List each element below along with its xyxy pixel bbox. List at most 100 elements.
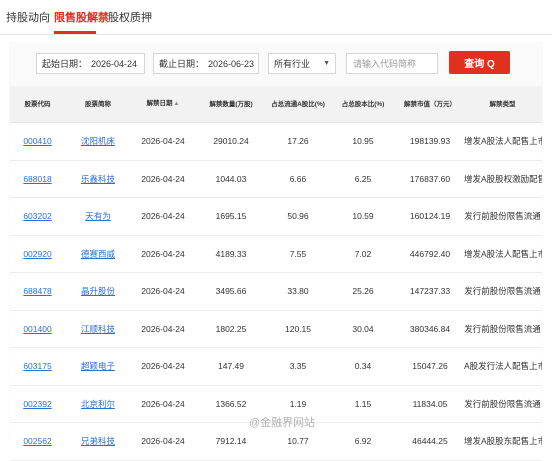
chevron-down-icon: ▼ [323, 60, 330, 67]
end-date-label: 截止日期： [159, 59, 205, 69]
unlock-market-value: 198139.93 [397, 122, 463, 161]
end-date-value: 2026-06-23 [208, 58, 255, 69]
search-placeholder: 请输入代码简称 [353, 59, 417, 69]
stock-name-link-cell: 北京利尔 [65, 385, 131, 423]
tab-holdings-trend[interactable]: 持股动向 [6, 9, 50, 25]
stock-code-link-cell: 688478 [10, 272, 65, 311]
industry-select-value: 所有行业 [274, 59, 311, 69]
stock-code-link[interactable]: 603202 [23, 211, 51, 221]
unlock-quantity: 1044.03 [195, 160, 267, 198]
total-share-ratio: 1.15 [329, 385, 397, 423]
total-share-ratio: 25.26 [329, 272, 397, 311]
float-share-ratio: 3.35 [267, 347, 329, 386]
tab-bar: 持股动向 限售股解禁 股权质押 [0, 0, 552, 35]
stock-code-link[interactable]: 688018 [23, 174, 51, 184]
unlock-market-value: 380346.84 [397, 310, 463, 348]
stock-code-link[interactable]: 002562 [23, 436, 51, 446]
unlock-type: 增发A股股东配售上市 [463, 422, 542, 461]
header-date-label: 解禁日期 [146, 100, 173, 107]
header-total-ratio[interactable]: 占总股本比(%) [329, 86, 397, 123]
unlock-quantity: 1802.25 [195, 310, 267, 348]
stock-code-link-cell: 603202 [10, 197, 65, 236]
table-header-row: 股票代码 股票简称 解禁日期▲ 解禁数量(万股) 占总流通A股比(%) 占总股本… [10, 86, 542, 123]
float-share-ratio: 6.66 [267, 160, 329, 198]
unlock-type: A股发行法人配售上市 [463, 347, 542, 386]
total-share-ratio: 0.34 [329, 347, 397, 386]
stock-name-link[interactable]: 江顺科技 [81, 324, 115, 334]
header-name[interactable]: 股票简称 [65, 86, 131, 123]
stock-name-link-cell: 江顺科技 [65, 310, 131, 348]
unlock-quantity: 3495.66 [195, 272, 267, 311]
unlock-type: 发行前股份限售流通 [463, 272, 542, 311]
industry-select[interactable]: 所有行业 ▼ [268, 53, 336, 74]
stock-code-link[interactable]: 603175 [23, 361, 51, 371]
stock-name-link-cell: 晶升股份 [65, 272, 131, 311]
unlock-date: 2026-04-24 [131, 235, 195, 273]
unlock-date: 2026-04-24 [131, 197, 195, 236]
stock-code-link[interactable]: 000410 [23, 136, 51, 146]
float-share-ratio: 50.96 [267, 197, 329, 236]
unlock-type: 发行前股份限售流通 [463, 385, 542, 423]
unlock-quantity: 1695.15 [195, 197, 267, 236]
total-share-ratio: 7.02 [329, 235, 397, 273]
stock-name-link[interactable]: 沈阳机床 [81, 136, 115, 146]
unlock-date: 2026-04-24 [131, 422, 195, 461]
total-share-ratio: 6.92 [329, 422, 397, 461]
unlock-date: 2026-04-24 [131, 347, 195, 386]
unlock-quantity: 4189.33 [195, 235, 267, 273]
stock-name-link-cell: 乐鑫科技 [65, 160, 131, 198]
unlock-market-value: 15047.26 [397, 347, 463, 386]
table-row: 688478 晶升股份 2026-04-24 3495.66 33.80 25.26 147… [10, 272, 542, 311]
stock-code-link-cell: 603175 [10, 347, 65, 386]
stock-name-link[interactable]: 晶升股份 [81, 286, 115, 296]
code-search-input[interactable]: 请输入代码简称 [346, 53, 438, 74]
table-row: 002920 德赛西威 2026-04-24 4189.33 7.55 7.02 44679… [10, 235, 542, 273]
stock-code-link[interactable]: 001400 [23, 324, 51, 334]
stock-name-link-cell: 超颖电子 [65, 347, 131, 386]
header-float-ratio[interactable]: 占总流通A股比(%) [267, 86, 329, 123]
end-date-field[interactable]: 截止日期： 2026-06-23 [153, 53, 259, 74]
unlock-market-value: 160124.19 [397, 197, 463, 236]
stock-name-link[interactable]: 北京利尔 [81, 399, 115, 409]
stock-name-link[interactable]: 超颖电子 [81, 361, 115, 371]
stock-code-link[interactable]: 002392 [23, 399, 51, 409]
unlock-date: 2026-04-24 [131, 310, 195, 348]
header-quantity[interactable]: 解禁数量(万股) [195, 86, 267, 123]
unlock-quantity: 147.49 [195, 347, 267, 386]
header-type[interactable]: 解禁类型 [463, 86, 542, 123]
stock-name-link[interactable]: 兄弟科技 [81, 436, 115, 446]
sort-icon: ▲ [173, 101, 180, 107]
stock-code-link-cell: 002920 [10, 235, 65, 273]
unlock-date: 2026-04-24 [131, 160, 195, 198]
stock-code-link-cell: 688018 [10, 160, 65, 198]
table-row: 001400 江顺科技 2026-04-24 1802.25 120.15 30.04 38… [10, 310, 542, 348]
total-share-ratio: 6.25 [329, 160, 397, 198]
float-share-ratio: 17.26 [267, 122, 329, 161]
unlock-market-value: 446792.40 [397, 235, 463, 273]
unlock-date: 2026-04-24 [131, 272, 195, 311]
header-market-value[interactable]: 解禁市值（万元） [397, 86, 463, 123]
unlock-date: 2026-04-24 [131, 385, 195, 423]
table-row: 603202 天有为 2026-04-24 1695.15 50.96 10.59 1601… [10, 197, 542, 236]
tab-restricted-unlock[interactable]: 限售股解禁 [54, 9, 109, 25]
stock-code-link-cell: 000410 [10, 122, 65, 161]
stock-name-link[interactable]: 德赛西威 [81, 249, 115, 259]
unlock-quantity: 29010.24 [195, 122, 267, 161]
stock-name-link-cell: 沈阳机床 [65, 122, 131, 161]
total-share-ratio: 10.59 [329, 197, 397, 236]
stock-name-link[interactable]: 乐鑫科技 [81, 174, 115, 184]
total-share-ratio: 10.95 [329, 122, 397, 161]
start-date-field[interactable]: 起始日期： 2026-04-24 [36, 53, 145, 74]
header-code[interactable]: 股票代码 [10, 86, 65, 123]
stock-name-link[interactable]: 天有为 [85, 211, 111, 221]
header-date[interactable]: 解禁日期▲ [131, 86, 195, 123]
stock-code-link[interactable]: 688478 [23, 286, 51, 296]
query-button[interactable]: 查询 Q [449, 51, 510, 74]
stock-code-link[interactable]: 002920 [23, 249, 51, 259]
stock-code-link-cell: 002562 [10, 422, 65, 461]
unlock-market-value: 176837.60 [397, 160, 463, 198]
tab-equity-pledge[interactable]: 股权质押 [108, 9, 152, 25]
stock-name-link-cell: 兄弟科技 [65, 422, 131, 461]
unlock-type: 发行前股份限售流通 [463, 197, 542, 236]
table-row: 603175 超颖电子 2026-04-24 147.49 3.35 0.34 15047.… [10, 347, 542, 386]
